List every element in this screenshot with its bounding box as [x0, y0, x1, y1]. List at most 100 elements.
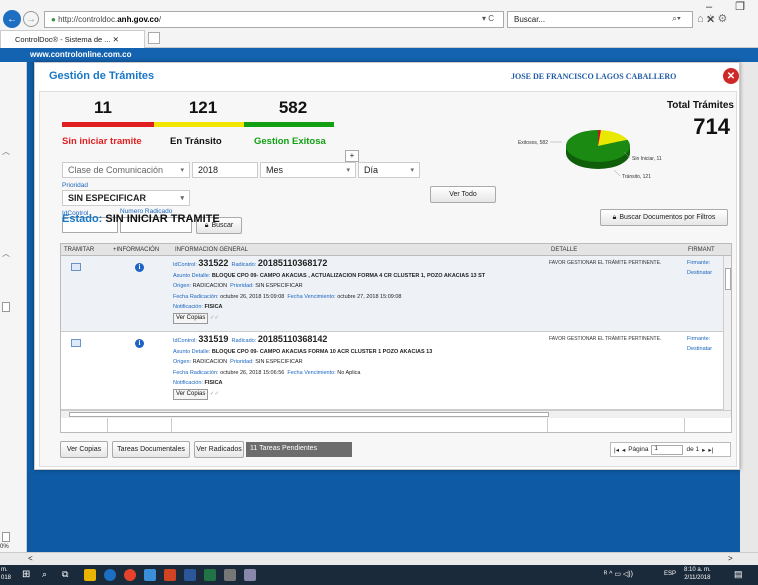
excel-icon[interactable]: [204, 569, 216, 581]
dia-value: Día: [364, 165, 379, 175]
windows-start-icon[interactable]: ⊞: [22, 569, 30, 580]
search-input[interactable]: Buscar...: [507, 11, 693, 28]
bar-transito: [154, 122, 244, 127]
powerpoint-icon[interactable]: [164, 569, 176, 581]
tramites-modal: Gestión de Trámites JOSE DE FRANCISCO LA…: [34, 62, 740, 470]
buscar-filtros-label: Buscar Documentos por Filtros: [619, 214, 716, 221]
modal-title: Gestión de Trámites: [49, 70, 155, 82]
url-suffix: /: [158, 15, 162, 24]
expand-button[interactable]: +: [345, 150, 359, 162]
tareas-documentales-button[interactable]: Tareas Documentales: [112, 441, 190, 458]
chrome-icon[interactable]: [124, 569, 136, 581]
user-name: JOSE DE FRANCISCO LAGOS CABALLERO: [511, 72, 677, 81]
ie-icon[interactable]: [104, 569, 116, 581]
prioridad-select[interactable]: SIN ESPECIFICAR ▾: [62, 190, 190, 206]
browser-tab[interactable]: ControlDoc® - Sistema de ... ✕: [0, 30, 145, 48]
scroll-up-icon[interactable]: [2, 302, 10, 312]
chevron-down-icon: ▾: [346, 167, 350, 174]
word-icon[interactable]: [184, 569, 196, 581]
label-transito[interactable]: En Tránsito: [170, 136, 222, 147]
mes-value: Mes: [266, 165, 284, 175]
ver-todo-button[interactable]: Ver Todo: [430, 186, 496, 203]
info-icon[interactable]: i: [135, 339, 144, 348]
page-scrollbar[interactable]: [740, 62, 758, 552]
pager: |◂ ◂ Página 1 de 1 ▸ ▸|: [610, 442, 731, 457]
ver-copias-row-button[interactable]: Ver Copias: [173, 312, 209, 324]
label-exitosa[interactable]: Gestion Exitosa: [254, 136, 326, 147]
horizontal-scrollbar[interactable]: < >: [0, 552, 758, 565]
year-value: 2018: [198, 165, 219, 175]
refresh-icon[interactable]: ▾ C: [482, 14, 494, 23]
last-page-icon[interactable]: ▸|: [708, 446, 713, 454]
tareas-pendientes-badge: 11 Tareas Pendientes: [246, 442, 352, 457]
buscar-filtros-button[interactable]: 🔒︎ Buscar Documentos por Filtros: [600, 209, 728, 226]
lower-background: [27, 472, 740, 552]
page-input[interactable]: 1: [651, 444, 684, 455]
table-header: TRAMITAR +INFORMACIÓN INFORMACION GENERA…: [61, 244, 731, 256]
ver-copias-row-button[interactable]: Ver Copias: [173, 388, 209, 400]
prev-page-icon[interactable]: ◂: [622, 446, 625, 454]
pie-label-sin-iniciar: Sin Iniciar, 11: [632, 156, 662, 162]
left-panel: ︿ ︿ 0%: [0, 62, 27, 552]
count-transito: 121: [188, 98, 218, 117]
ver-copias-button[interactable]: Ver Copias: [60, 441, 108, 458]
chevron-down-icon: ▾: [410, 167, 414, 174]
ver-radicados-button[interactable]: Ver Radicados: [194, 441, 244, 458]
ver-radicados-label: Ver Radicados: [196, 446, 242, 453]
detalle-text: FAVOR GESTIONAR EL TRÁMITE PERTINENTE.: [549, 260, 662, 266]
firmante-text[interactable]: Firmante: Destinatar: [687, 334, 712, 354]
task-view-icon[interactable]: ⧉: [62, 569, 68, 580]
modal-body: 11 121 582 Sin iniciar tramite En Tránsi…: [39, 91, 737, 467]
forward-button[interactable]: →: [23, 11, 39, 27]
info-general: IdControl: 331519 Radicado: 201851103681…: [173, 334, 547, 400]
scroll-down-icon[interactable]: [2, 532, 10, 542]
detalle-text: FAVOR GESTIONAR EL TRÁMITE PERTINENTE.: [549, 336, 662, 342]
dia-select[interactable]: Día ▾: [358, 162, 420, 178]
clase-select[interactable]: Clase de Comunicación ▾: [62, 162, 190, 178]
info-general: IdControl: 331522 Radicado: 201851103681…: [173, 258, 547, 324]
year-select[interactable]: 2018: [192, 162, 258, 178]
count-sin-iniciar: 11: [94, 98, 112, 117]
table-vertical-scrollbar[interactable]: [723, 256, 731, 410]
new-tab-button[interactable]: [148, 32, 160, 44]
search-icon[interactable]: ⌕: [42, 569, 47, 580]
calculator-icon[interactable]: [224, 569, 236, 581]
pie-label-exitosos: Exitosos, 582: [518, 140, 548, 146]
clock[interactable]: 8:10 a. m. 2/11/2018: [684, 566, 711, 582]
col-tramitar: TRAMITAR: [64, 247, 95, 253]
window-controls[interactable]: – ❐ ✕: [706, 0, 758, 26]
app-icon[interactable]: [144, 569, 156, 581]
info-icon[interactable]: i: [135, 263, 144, 272]
tramitar-icon[interactable]: [71, 263, 81, 271]
taskbar: m. 018 ⊞ ⌕ ⧉ ᴿ ^ ▭ ◁)) ESP 8:10 a. m. 2/11…: [0, 565, 758, 585]
pagina-label: Página: [628, 446, 649, 453]
count-exitosa: 582: [278, 98, 308, 117]
tramitar-icon[interactable]: [71, 339, 81, 347]
search-icon[interactable]: ⌕▾: [672, 13, 681, 24]
bottom-toolbar: Ver Copias Tareas Documentales Ver Radic…: [60, 440, 732, 462]
taskbar-left: m. 018: [1, 567, 12, 581]
close-icon[interactable]: ✕: [723, 68, 739, 84]
notifications-icon[interactable]: ▤: [734, 569, 743, 580]
bar-exitosa: [244, 122, 334, 127]
ver-copias-label: Ver Copias: [66, 446, 102, 453]
back-button[interactable]: ←: [3, 10, 21, 28]
collapse-icon[interactable]: ︿: [2, 146, 10, 157]
tray-icons[interactable]: ᴿ ^ ▭ ◁)): [604, 570, 633, 578]
address-bar[interactable]: ● http://controldoc.anh.gov.co/: [44, 11, 504, 28]
first-page-icon[interactable]: |◂: [614, 446, 619, 454]
url-domain: anh.gov.co: [117, 15, 159, 24]
check-icon: ✓✓: [209, 390, 220, 397]
paint-icon[interactable]: [244, 569, 256, 581]
col-detalle: DETALLE: [551, 247, 578, 253]
language[interactable]: ESP: [664, 571, 676, 577]
chevron-down-icon: ▾: [180, 195, 184, 202]
collapse-icon[interactable]: ︿: [2, 248, 10, 259]
firmante-text[interactable]: Firmante: Destinatar: [687, 258, 712, 278]
label-sin-iniciar[interactable]: Sin iniciar tramite: [62, 136, 142, 147]
chevron-down-icon: ▾: [180, 167, 184, 174]
table-horizontal-scrollbar[interactable]: [61, 410, 731, 418]
mes-select[interactable]: Mes ▾: [260, 162, 356, 178]
next-page-icon[interactable]: ▸: [702, 446, 705, 454]
file-explorer-icon[interactable]: [84, 569, 96, 581]
